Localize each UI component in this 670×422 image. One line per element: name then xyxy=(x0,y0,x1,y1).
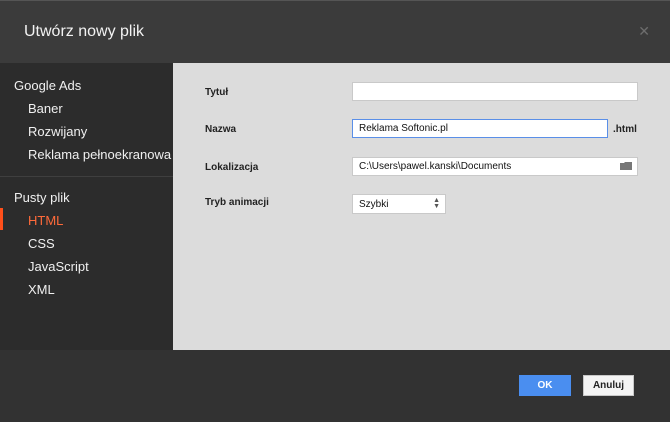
cancel-button[interactable]: Anuluj xyxy=(583,375,634,396)
dialog-footer: OK Anuluj xyxy=(0,350,670,422)
sidebar-divider xyxy=(0,176,173,177)
dialog-title: Utwórz nowy plik xyxy=(24,23,145,40)
animation-value: Szybki xyxy=(359,199,389,210)
sidebar-group-google-ads: Google Ads xyxy=(14,78,82,93)
sidebar-item-xml[interactable]: XML xyxy=(28,282,55,297)
name-input[interactable]: Reklama Softonic.pl xyxy=(352,119,608,138)
select-arrows-icon: ▲ ▼ xyxy=(433,197,440,210)
location-input[interactable]: C:\Users\pawel.kanski\Documents xyxy=(352,157,638,176)
sidebar-group-pusty-plik: Pusty plik xyxy=(14,190,70,205)
sidebar-item-html[interactable]: HTML xyxy=(28,213,63,228)
sidebar-item-baner[interactable]: Baner xyxy=(28,101,63,116)
close-icon[interactable]: ✕ xyxy=(638,23,650,40)
folder-icon[interactable] xyxy=(619,161,633,171)
sidebar-item-css[interactable]: CSS xyxy=(28,236,55,251)
sidebar-item-reklama-pelnoekranowa[interactable]: Reklama pełnoekranowa xyxy=(28,147,171,162)
name-label: Nazwa xyxy=(205,124,237,135)
sidebar: Google Ads Baner Rozwijany Reklama pełno… xyxy=(0,63,173,350)
create-file-dialog: Utwórz nowy plik ✕ Google Ads Baner Rozw… xyxy=(0,0,670,422)
title-label: Tytuł xyxy=(205,87,229,98)
location-path: C:\Users\pawel.kanski\Documents xyxy=(359,161,512,172)
sidebar-item-javascript[interactable]: JavaScript xyxy=(28,259,89,274)
sidebar-item-rozwijany[interactable]: Rozwijany xyxy=(28,124,87,139)
animation-select[interactable]: Szybki ▲ ▼ xyxy=(352,194,446,214)
active-indicator xyxy=(0,208,3,230)
ok-button[interactable]: OK xyxy=(519,375,571,396)
location-label: Lokalizacja xyxy=(205,162,259,173)
form-panel: Tytuł Nazwa Reklama Softonic.pl .html Lo… xyxy=(173,63,670,350)
name-suffix: .html xyxy=(613,124,637,135)
title-input[interactable] xyxy=(352,82,638,101)
dialog-header: Utwórz nowy plik ✕ xyxy=(0,1,670,63)
animation-label: Tryb animacji xyxy=(205,197,269,208)
